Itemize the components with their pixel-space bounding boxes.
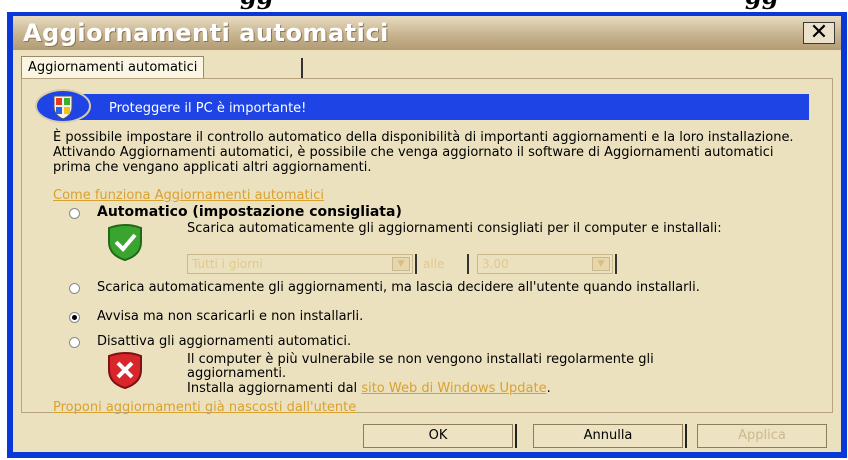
close-button[interactable]: ✕: [803, 22, 835, 44]
cropped-fragment-left: gg: [240, 0, 274, 8]
radio-automatic[interactable]: [69, 208, 80, 219]
radio-notify[interactable]: [69, 312, 80, 323]
install-from-line: Installa aggiornamenti dal sito Web di W…: [187, 382, 807, 396]
day-select-value: Tutti i giorni: [192, 257, 263, 271]
window-title: Aggiornamenti automatici: [23, 19, 389, 47]
ok-button[interactable]: OK: [363, 424, 513, 448]
tab-label: Aggiornamenti automatici: [28, 60, 198, 75]
intro-text: È possibile impostare il controllo autom…: [53, 130, 794, 175]
windows-update-link[interactable]: sito Web di Windows Update: [361, 381, 546, 396]
combo-edge: [615, 254, 617, 274]
install-suffix: .: [546, 381, 551, 396]
tab-edge: [301, 58, 303, 78]
how-it-works-link[interactable]: Come funziona Aggiornamenti automatici: [53, 188, 324, 203]
option-automatic-label: Automatico (impostazione consigliata): [97, 204, 402, 220]
apply-button-label: Applica: [738, 428, 786, 443]
disable-description: Il computer è più vulnerabile se non ven…: [187, 352, 654, 381]
option-download-only-label: Scarica automaticamente gli aggiornament…: [97, 280, 700, 295]
combo-edge: [415, 254, 417, 274]
radio-download-only[interactable]: [69, 283, 80, 294]
option-disable-label: Disattiva gli aggiornamenti automatici.: [97, 334, 352, 349]
day-select[interactable]: Tutti i giorni ▼: [187, 254, 413, 274]
automatic-description: Scarica automaticamente gli aggiornament…: [187, 221, 722, 236]
radio-disable[interactable]: [69, 337, 80, 348]
cropped-fragment-right: gg: [745, 0, 779, 8]
dialog-body: Aggiornamenti automatici Proteggere il P…: [13, 50, 841, 452]
close-icon: ✕: [809, 20, 829, 45]
time-select[interactable]: 3.00 ▼: [477, 254, 613, 274]
ok-button-label: OK: [428, 428, 448, 443]
button-edge: [685, 424, 687, 448]
title-bar[interactable]: Aggiornamenti automatici ✕: [13, 16, 841, 50]
combo-edge: [467, 254, 469, 274]
dialog-window: Aggiornamenti automatici ✕ Aggiornamenti…: [7, 12, 847, 458]
alle-label: alle: [423, 257, 445, 271]
chevron-down-icon[interactable]: ▼: [392, 257, 410, 271]
option-notify-label: Avvisa ma non scaricarli e non installar…: [97, 309, 364, 324]
banner-text: Proteggere il PC è importante!: [109, 101, 307, 116]
button-edge: [515, 424, 517, 448]
install-prefix: Installa aggiornamenti dal: [187, 381, 358, 396]
show-hidden-updates-link[interactable]: Proponi aggiornamenti già nascosti dall'…: [53, 400, 356, 415]
windows-shield-icon: [35, 89, 91, 123]
cancel-button-label: Annulla: [583, 428, 633, 443]
time-select-value: 3.00: [482, 257, 509, 271]
top-cropped-text: gg gg: [0, 0, 848, 10]
tab-aggiornamenti-automatici[interactable]: Aggiornamenti automatici: [21, 56, 205, 79]
red-x-shield-icon: [108, 352, 142, 390]
chevron-down-icon[interactable]: ▼: [592, 257, 610, 271]
apply-button[interactable]: Applica: [697, 424, 827, 448]
green-check-shield-icon: [108, 224, 142, 262]
cancel-button[interactable]: Annulla: [533, 424, 683, 448]
